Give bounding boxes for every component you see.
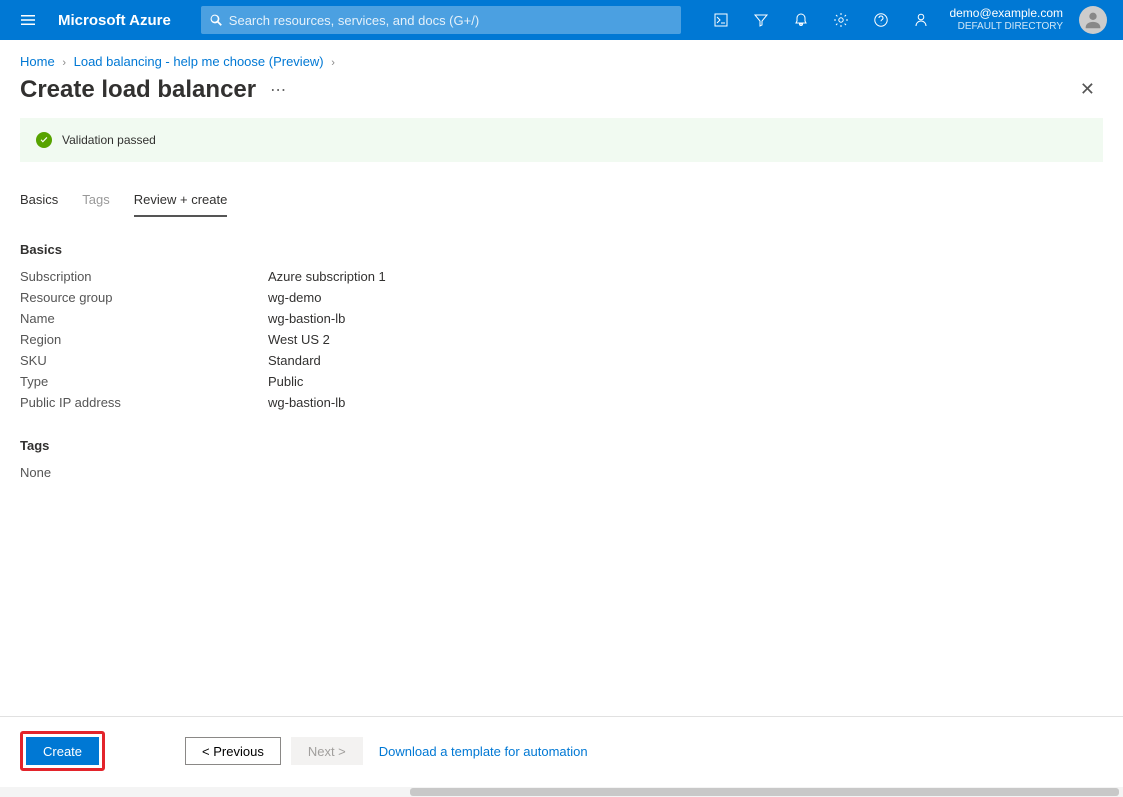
next-button: Next > <box>291 737 363 765</box>
help-icon[interactable] <box>861 0 901 40</box>
search-icon <box>209 13 223 27</box>
summary-row: Public IP addresswg-bastion-lb <box>20 395 1103 410</box>
search-input[interactable] <box>229 13 673 28</box>
summary-row: Namewg-bastion-lb <box>20 311 1103 326</box>
account-info[interactable]: demo@example.com DEFAULT DIRECTORY <box>941 6 1071 34</box>
summary-key: Resource group <box>20 290 268 305</box>
menu-toggle-icon[interactable] <box>8 0 48 40</box>
breadcrumb-home[interactable]: Home <box>20 54 55 69</box>
tab-basics[interactable]: Basics <box>20 186 58 217</box>
summary-value: West US 2 <box>268 332 330 347</box>
summary-value: wg-bastion-lb <box>268 311 345 326</box>
summary-row: SubscriptionAzure subscription 1 <box>20 269 1103 284</box>
top-bar: Microsoft Azure demo@example.com DEFAULT… <box>0 0 1123 40</box>
tags-section-header: Tags <box>20 438 1103 453</box>
close-icon[interactable]: ✕ <box>1076 75 1099 104</box>
summary-key: SKU <box>20 353 268 368</box>
chevron-right-icon: › <box>327 57 339 69</box>
title-row: Create load balancer ⋯ ✕ <box>0 73 1123 118</box>
basics-section-header: Basics <box>20 242 1103 257</box>
chevron-right-icon: › <box>58 57 70 69</box>
summary-value: wg-bastion-lb <box>268 395 345 410</box>
cloud-shell-icon[interactable] <box>701 0 741 40</box>
page-title: Create load balancer <box>20 76 256 104</box>
summary-row: RegionWest US 2 <box>20 332 1103 347</box>
create-highlight: Create <box>20 731 105 771</box>
content-area: Validation passed Basics Tags Review + c… <box>0 118 1123 480</box>
summary-key: Type <box>20 374 268 389</box>
previous-button[interactable]: < Previous <box>185 737 281 765</box>
validation-message: Validation passed <box>62 133 156 147</box>
breadcrumb: Home › Load balancing - help me choose (… <box>0 40 1123 73</box>
scrollbar-thumb[interactable] <box>410 788 1119 796</box>
download-template-link[interactable]: Download a template for automation <box>379 744 588 759</box>
summary-value: Azure subscription 1 <box>268 269 386 284</box>
account-directory: DEFAULT DIRECTORY <box>949 20 1063 34</box>
notifications-icon[interactable] <box>781 0 821 40</box>
summary-key: Subscription <box>20 269 268 284</box>
summary-value: Public <box>268 374 303 389</box>
summary-row: TypePublic <box>20 374 1103 389</box>
summary-key: Public IP address <box>20 395 268 410</box>
tab-review-create[interactable]: Review + create <box>134 186 228 217</box>
summary-key: Name <box>20 311 268 326</box>
summary-key: Region <box>20 332 268 347</box>
footer-bar: Create < Previous Next > Download a temp… <box>0 716 1123 785</box>
tabs: Basics Tags Review + create <box>20 186 1103 218</box>
breadcrumb-load-balancing[interactable]: Load balancing - help me choose (Preview… <box>74 54 324 69</box>
tags-none: None <box>20 465 1103 480</box>
feedback-icon[interactable] <box>901 0 941 40</box>
summary-row: Resource groupwg-demo <box>20 290 1103 305</box>
topbar-icons <box>701 0 941 40</box>
summary-row: SKUStandard <box>20 353 1103 368</box>
more-actions-icon[interactable]: ⋯ <box>270 80 287 100</box>
summary-value: wg-demo <box>268 290 321 305</box>
tab-tags[interactable]: Tags <box>82 186 109 217</box>
success-icon <box>36 132 52 148</box>
summary-value: Standard <box>268 353 321 368</box>
global-search[interactable] <box>201 6 681 34</box>
settings-icon[interactable] <box>821 0 861 40</box>
directory-filter-icon[interactable] <box>741 0 781 40</box>
create-button[interactable]: Create <box>26 737 99 765</box>
horizontal-scrollbar[interactable] <box>0 787 1123 797</box>
avatar[interactable] <box>1079 6 1107 34</box>
validation-banner: Validation passed <box>20 118 1103 162</box>
brand-label[interactable]: Microsoft Azure <box>48 12 191 29</box>
basics-summary: SubscriptionAzure subscription 1 Resourc… <box>20 269 1103 410</box>
account-email: demo@example.com <box>949 6 1063 20</box>
